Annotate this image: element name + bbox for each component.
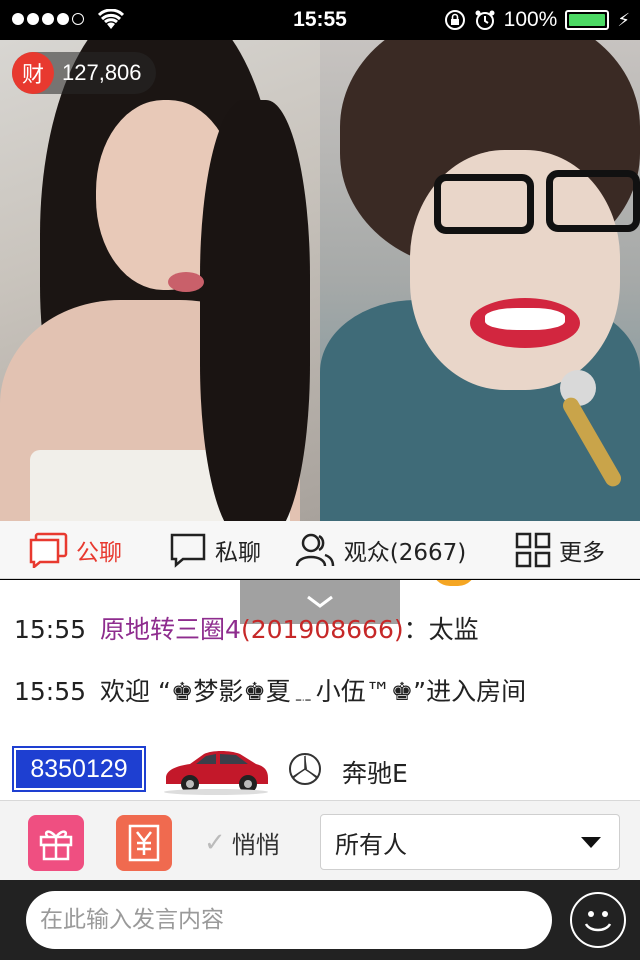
message-user-id: (201908666) — [240, 615, 404, 644]
audience-icon — [295, 533, 334, 566]
dropdown-arrow-icon — [581, 837, 601, 848]
battery-icon — [565, 10, 610, 30]
gift-icon — [39, 830, 73, 861]
chat-bubble-icon — [29, 532, 68, 568]
recipient-select[interactable]: 所有人 — [320, 814, 620, 870]
message-time: 15:55 — [14, 677, 87, 706]
chevron-down-icon — [307, 595, 333, 608]
tab-label: 更多 — [559, 539, 605, 566]
chat-area[interactable]: 15:55 原地转三圈4(201908666)：太监 15:55 欢迎 “♚梦影♚夏… — [0, 580, 640, 800]
wealth-icon: 财 — [12, 52, 54, 94]
tab-bar: 公聊 私聊 观众(2667) 更多 — [0, 521, 640, 579]
car-icon — [164, 751, 268, 795]
alarm-icon — [475, 10, 495, 30]
mercedes-logo-icon — [289, 753, 321, 785]
car-entry-row: 8350129 奔驰E — [12, 746, 632, 795]
live-video-area[interactable]: 财 127,806 — [0, 40, 640, 521]
emoji-button[interactable] — [570, 892, 626, 948]
checkmark-icon: ✓ — [204, 827, 226, 858]
yuan-icon — [128, 824, 160, 862]
message-input[interactable] — [26, 891, 552, 949]
tab-public-chat[interactable]: 公聊 — [0, 521, 150, 578]
gift-button[interactable] — [28, 815, 84, 871]
whisper-label: 悄悄 — [231, 831, 280, 859]
host-video-left[interactable] — [0, 40, 320, 521]
grid-icon — [515, 532, 551, 567]
chat-message[interactable]: 15:55 原地转三圈4(201908666)：太监 — [14, 610, 479, 646]
car-user-id[interactable]: 8350129 — [12, 746, 146, 792]
charging-icon: ⚡ — [617, 9, 630, 30]
whisper-toggle[interactable]: ✓ 悄悄 — [204, 825, 280, 860]
tab-label: 观众(2667) — [343, 539, 467, 566]
status-bar: 15:55 100% ⚡ — [0, 0, 640, 40]
smiley-icon — [584, 911, 612, 932]
orientation-lock-icon — [444, 10, 465, 30]
message-username[interactable]: 原地转三圈4 — [100, 615, 241, 644]
recipient-value: 所有人 — [335, 830, 407, 859]
chat-toolbar: ✓ 悄悄 所有人 — [0, 800, 640, 880]
message-input-bar — [0, 880, 640, 960]
message-text: 太监 — [428, 615, 479, 644]
yuan-button[interactable] — [116, 815, 172, 871]
message-separator: ： — [403, 615, 429, 644]
partial-sticker-icon — [432, 580, 476, 586]
wealth-badge[interactable]: 财 127,806 — [12, 52, 156, 94]
tab-private-chat[interactable]: 私聊 — [150, 521, 280, 578]
tab-label: 私聊 — [215, 539, 261, 566]
tab-label: 公聊 — [76, 539, 122, 566]
chat-message[interactable]: 15:55 欢迎 “♚梦影♚夏﹎小伍™♚”进入房间 — [14, 672, 526, 708]
private-chat-icon — [170, 533, 206, 568]
wealth-count: 127,806 — [62, 60, 142, 85]
message-text: 欢迎 “♚梦影♚夏﹎小伍™♚”进入房间 — [100, 677, 527, 706]
host-video-right[interactable] — [320, 40, 640, 521]
message-time: 15:55 — [14, 615, 87, 644]
tab-audience[interactable]: 观众(2667) — [280, 521, 480, 578]
battery-percentage: 100% — [503, 8, 558, 31]
car-name: 奔驰E — [342, 759, 408, 788]
tab-more[interactable]: 更多 — [480, 521, 640, 578]
